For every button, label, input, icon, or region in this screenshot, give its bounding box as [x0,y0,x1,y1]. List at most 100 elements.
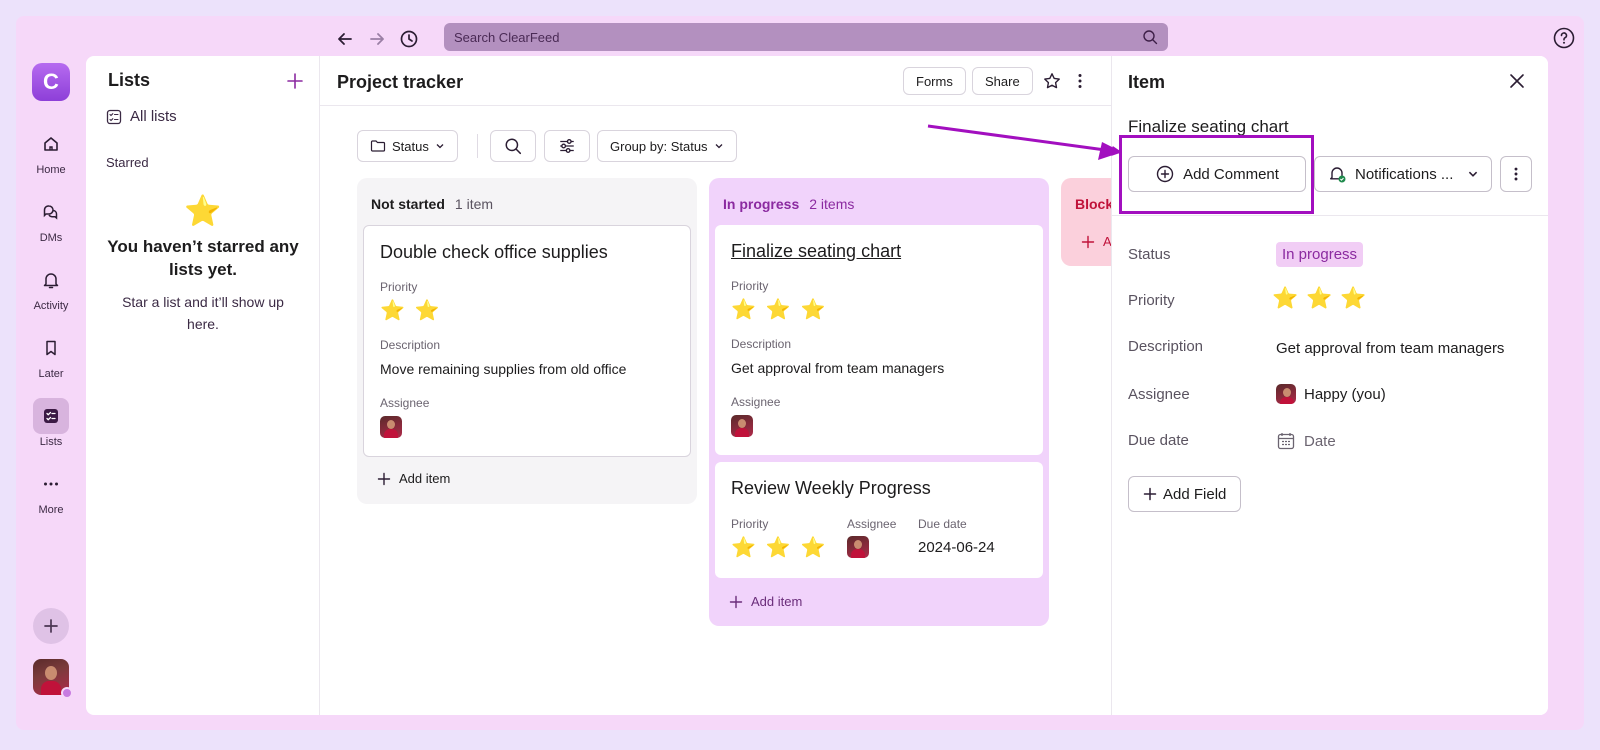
sliders-icon [560,139,574,153]
calendar-icon [1277,433,1295,450]
history-button[interactable] [396,26,422,52]
add-item-button[interactable]: A [1081,234,1112,249]
field-label: Priority [731,517,769,531]
rail-label: DMs [39,232,63,244]
project-header: Project tracker Forms Share [320,56,1111,106]
rail-item-activity[interactable]: Activity [24,262,78,312]
chevron-down-icon [436,144,444,149]
more-vertical-icon[interactable] [1070,71,1090,91]
star-outline-icon[interactable] [1042,71,1062,91]
plus-icon [1143,487,1157,501]
add-field-button[interactable]: Add Field [1128,476,1242,512]
notifications-label: Notifications ... [1355,165,1454,183]
star-icon: ⭐ [1340,287,1367,310]
home-icon [44,137,58,151]
star-icon: ⭐ [184,195,222,228]
bookmark-icon [46,340,56,356]
search-bar[interactable] [444,23,1168,51]
star-icon: ⭐ [414,300,440,322]
add-item-button[interactable]: Add item [377,471,450,486]
forward-button[interactable] [364,26,390,52]
add-field-label: Add Field [1163,485,1227,503]
star-icon: ⭐ [1272,287,1299,310]
field-label: Assignee [1128,386,1190,403]
search-input[interactable] [454,29,1142,45]
column-name: Block [1075,196,1114,212]
card-title: Double check office supplies [380,242,608,262]
folder-icon [370,140,386,152]
assignee-name: Happy (you) [1304,385,1386,403]
share-button[interactable]: Share [972,67,1033,95]
forms-button[interactable]: Forms [903,67,966,95]
card-description: Move remaining supplies from old office [380,361,627,377]
field-label: Priority [731,279,769,293]
card-title: Finalize seating chart [731,241,902,261]
rail-label: Later [38,368,64,380]
plus-icon[interactable] [284,70,306,92]
description-value[interactable]: Get approval from team managers [1276,340,1504,357]
rail-item-later[interactable]: Later [24,330,78,380]
close-icon[interactable] [1506,70,1528,92]
plus-icon [729,595,743,608]
status-value[interactable]: In progress [1276,242,1364,267]
notifications-dropdown[interactable]: Notifications ... [1314,156,1492,192]
page-title: Project tracker [337,72,464,92]
search-button[interactable] [490,130,536,162]
add-item-button[interactable]: Add item [729,594,802,609]
workspace-logo[interactable]: C [32,63,70,101]
group-by-button[interactable]: Group by: Status [597,130,737,162]
more-vertical-icon [1514,167,1518,181]
star-icon: ⭐ [731,299,756,321]
assignee-avatar [847,536,869,558]
lists-title: Lists [108,70,151,90]
rail-item-home[interactable]: Home [24,126,78,176]
plus-icon [44,619,58,633]
status-filter-button[interactable]: Status [357,130,458,162]
bell-icon [43,273,59,289]
card-title: Review Weekly Progress [731,478,931,498]
help-icon[interactable] [1552,26,1576,50]
assignee-value[interactable]: Happy (you) [1276,384,1386,404]
column-header: In progress 2 items [723,196,854,212]
all-lists-link[interactable]: All lists [106,108,177,125]
column-not-started: Not started 1 item Double check office s… [357,178,697,504]
user-avatar[interactable] [33,659,73,699]
column-name: In progress [723,196,800,212]
item-name: Finalize seating chart [1128,117,1289,136]
column-header: Not started 1 item [371,196,493,212]
back-button[interactable] [332,26,358,52]
divider [1112,215,1548,216]
rail-label: Lists [39,436,63,448]
chevron-down-icon [1468,171,1478,177]
rail-item-dms[interactable]: DMs [24,194,78,244]
rail-item-more[interactable]: More [24,466,78,516]
field-label: Status [1128,246,1171,263]
item-card[interactable]: Review Weekly Progress Priority ⭐ ⭐ ⭐ Assi… [715,462,1043,578]
filter-settings-button[interactable] [544,130,590,162]
arrow-right-icon [370,33,384,45]
field-label: Assignee [380,396,430,410]
plus-icon [1081,235,1095,248]
priority-stars[interactable]: ⭐ ⭐ ⭐ [1272,287,1366,311]
rail-label: Activity [33,300,69,312]
chevron-down-icon [715,144,723,149]
rail-item-lists[interactable]: Lists [24,398,78,448]
item-card[interactable]: Double check office supplies Priority ⭐ ⭐… [363,225,691,457]
priority-stars: ⭐ ⭐ ⭐ [731,535,826,560]
star-icon: ⭐ [1306,287,1333,310]
star-icon: ⭐ [765,537,791,559]
item-card[interactable]: Finalize seating chart Priority ⭐ ⭐ ⭐ Desc… [715,225,1043,455]
status-badge: In progress [1276,242,1364,267]
due-date-picker[interactable]: Date [1276,431,1336,451]
rail-label: Home [36,164,66,176]
column-count: 2 items [809,196,855,212]
add-item-label: Add item [399,471,451,486]
lists-sidebar: Lists All lists Starred ⭐ You haven’t st… [86,56,320,715]
field-label: Description [731,337,792,351]
more-options-button[interactable] [1500,156,1532,192]
field-label: Assignee [731,395,781,409]
workspace-logo-letter: C [43,69,59,94]
field-label: Description [1128,338,1204,355]
field-label: Due date [918,517,967,531]
create-button[interactable] [33,608,69,644]
